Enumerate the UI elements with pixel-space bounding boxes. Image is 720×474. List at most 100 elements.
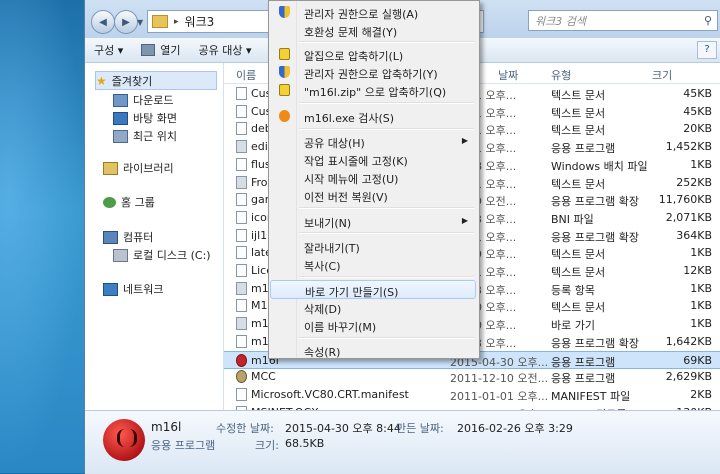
computer-icon bbox=[103, 230, 118, 244]
menu-item[interactable]: 보내기(N) ▶ bbox=[270, 212, 476, 231]
nav-libraries[interactable]: 라이브러리 bbox=[103, 160, 174, 176]
file-date: 2011-01-01 오후... bbox=[450, 389, 549, 403]
nav-libraries-label: 라이브러리 bbox=[123, 162, 174, 175]
menu-item[interactable]: 바로 가기 만들기(S) bbox=[270, 280, 476, 299]
nav-recent[interactable]: 최근 위치 bbox=[113, 128, 177, 144]
menu-separator bbox=[299, 207, 474, 209]
menu-item[interactable]: 시작 메뉴에 고정(U) bbox=[270, 168, 476, 187]
menu-item[interactable]: 알집으로 압축하기(L) bbox=[270, 45, 476, 64]
menu-item-label: 복사(C) bbox=[304, 260, 341, 273]
menu-separator bbox=[299, 337, 474, 339]
file-icon bbox=[236, 370, 247, 384]
file-type: 응용 프로그램 bbox=[551, 355, 616, 369]
open-button[interactable]: 열기 bbox=[132, 42, 189, 58]
file-type: 응용 프로그램 bbox=[551, 142, 616, 156]
file-icon bbox=[236, 175, 247, 189]
open-icon bbox=[141, 44, 156, 56]
file-icon bbox=[236, 246, 247, 260]
share-with-button[interactable]: 공유 대상 ▾ bbox=[190, 42, 261, 58]
file-icon bbox=[236, 264, 247, 277]
alzip-icon bbox=[279, 48, 290, 60]
menu-separator bbox=[299, 128, 474, 130]
file-date: 2011-12-10 오전... bbox=[450, 372, 549, 386]
file-size: 1,452KB bbox=[665, 140, 712, 154]
nav-homegroup[interactable]: 홈 그룹 bbox=[103, 194, 155, 210]
file-row[interactable]: MCC 2011-12-10 오전... 응용 프로그램 2,629KB bbox=[224, 368, 720, 386]
menu-item[interactable]: 호환성 문제 해결(Y) bbox=[270, 21, 476, 40]
menu-item[interactable]: 잘라내기(T) bbox=[270, 237, 476, 256]
file-icon bbox=[236, 193, 247, 207]
file-size: 2,071KB bbox=[665, 210, 712, 224]
file-icon bbox=[236, 210, 247, 224]
file-icon bbox=[236, 157, 247, 171]
nav-favorites[interactable]: ★ 즐겨찾기 bbox=[95, 71, 217, 90]
file-row[interactable]: Microsoft.VC80.CRT.manifest 2011-01-01 오후… bbox=[224, 386, 720, 404]
menu-separator bbox=[299, 232, 474, 234]
file-size: 1KB bbox=[690, 281, 712, 295]
menu-separator bbox=[299, 102, 474, 104]
column-name[interactable]: 이름 bbox=[236, 67, 256, 83]
menu-item[interactable]: 공유 대상(H) ▶ bbox=[270, 132, 476, 151]
nav-local-disk[interactable]: 로컬 디스크 (C:) bbox=[113, 247, 211, 263]
file-size: 69KB bbox=[683, 353, 712, 367]
file-type: Windows 배치 파일 bbox=[551, 159, 648, 173]
app-bug-icon bbox=[103, 419, 145, 461]
menu-separator bbox=[299, 41, 474, 43]
column-type[interactable]: 유형 bbox=[551, 67, 571, 83]
nav-network[interactable]: 네트워크 bbox=[103, 281, 163, 297]
file-size: 252KB bbox=[676, 175, 712, 189]
file-type: 텍스트 문서 bbox=[551, 89, 606, 102]
column-date[interactable]: 날짜 bbox=[498, 67, 518, 83]
menu-item[interactable]: 이름 바꾸기(M) bbox=[270, 316, 476, 335]
menu-item[interactable]: "m16l.zip" 으로 압축하기(Q) bbox=[270, 81, 476, 100]
help-button[interactable]: ? bbox=[697, 41, 717, 59]
column-size[interactable]: 크기 bbox=[652, 67, 672, 83]
details-modified: 2015-04-30 오후 8:44 bbox=[285, 422, 401, 435]
menu-item-label: 시작 메뉴에 고정(U) bbox=[304, 173, 399, 186]
homegroup-icon bbox=[103, 196, 116, 208]
file-icon bbox=[236, 353, 247, 367]
nav-desktop-label: 바탕 화면 bbox=[133, 112, 177, 125]
navigation-pane: ★ 즐겨찾기 다운로드 바탕 화면 최근 위치 라이브러리 홈 그룹 컴퓨터 로컬… bbox=[85, 63, 224, 410]
nav-favorites-label: 즐겨찾기 bbox=[111, 74, 153, 88]
menu-item-label: 잘라내기(T) bbox=[304, 242, 360, 255]
menu-item[interactable]: 관리자 권한으로 압축하기(Y) bbox=[270, 63, 476, 82]
desktop-background bbox=[0, 0, 85, 473]
submenu-arrow-icon: ▶ bbox=[461, 136, 468, 145]
file-icon bbox=[236, 104, 247, 118]
menu-item-label: 속성(R) bbox=[304, 346, 341, 359]
file-type: 바로 가기 bbox=[551, 319, 595, 333]
menu-item[interactable]: 작업 표시줄에 고정(K) bbox=[270, 150, 476, 169]
organize-button[interactable]: 구성 ▾ bbox=[85, 42, 132, 58]
file-type: 텍스트 문서 bbox=[551, 106, 606, 120]
submenu-arrow-icon: ▶ bbox=[461, 216, 468, 225]
nav-computer[interactable]: 컴퓨터 bbox=[103, 229, 153, 245]
file-type: 텍스트 문서 bbox=[551, 266, 606, 279]
back-button[interactable]: ◀ bbox=[91, 10, 115, 34]
file-icon bbox=[236, 281, 247, 295]
menu-item[interactable]: m16l.exe 검사(S) bbox=[270, 107, 476, 126]
breadcrumb-current[interactable]: 워크3 bbox=[185, 13, 215, 30]
nav-computer-label: 컴퓨터 bbox=[123, 231, 154, 244]
alzip-icon bbox=[279, 84, 290, 96]
breadcrumb-separator-icon: ▸ bbox=[174, 16, 179, 27]
desktop-icon bbox=[113, 111, 128, 125]
menu-item[interactable]: 삭제(D) bbox=[270, 298, 476, 317]
details-filename: m16l bbox=[151, 420, 182, 434]
menu-item-label: 보내기(N) bbox=[304, 217, 352, 230]
search-input[interactable]: 워크3 검색 ⚲ bbox=[528, 10, 718, 31]
nav-network-label: 네트워크 bbox=[123, 283, 164, 296]
file-type: MANIFEST 파일 bbox=[551, 389, 631, 403]
menu-item[interactable]: 속성(R) bbox=[270, 341, 476, 360]
file-type: 텍스트 문서 bbox=[551, 124, 606, 138]
search-icon: ⚲ bbox=[703, 14, 712, 27]
forward-button[interactable]: ▶ bbox=[114, 10, 138, 34]
menu-item[interactable]: 관리자 권한으로 실행(A) bbox=[270, 3, 476, 22]
nav-desktop[interactable]: 바탕 화면 bbox=[113, 110, 177, 126]
menu-item-label: m16l.exe 검사(S) bbox=[304, 112, 395, 125]
menu-item[interactable]: 복사(C) bbox=[270, 255, 476, 274]
file-icon bbox=[236, 317, 247, 331]
recent-pages-chevron-icon[interactable]: ▼ bbox=[137, 18, 143, 27]
nav-downloads[interactable]: 다운로드 bbox=[113, 92, 173, 108]
menu-item[interactable]: 이전 버전 복원(V) bbox=[270, 186, 476, 205]
